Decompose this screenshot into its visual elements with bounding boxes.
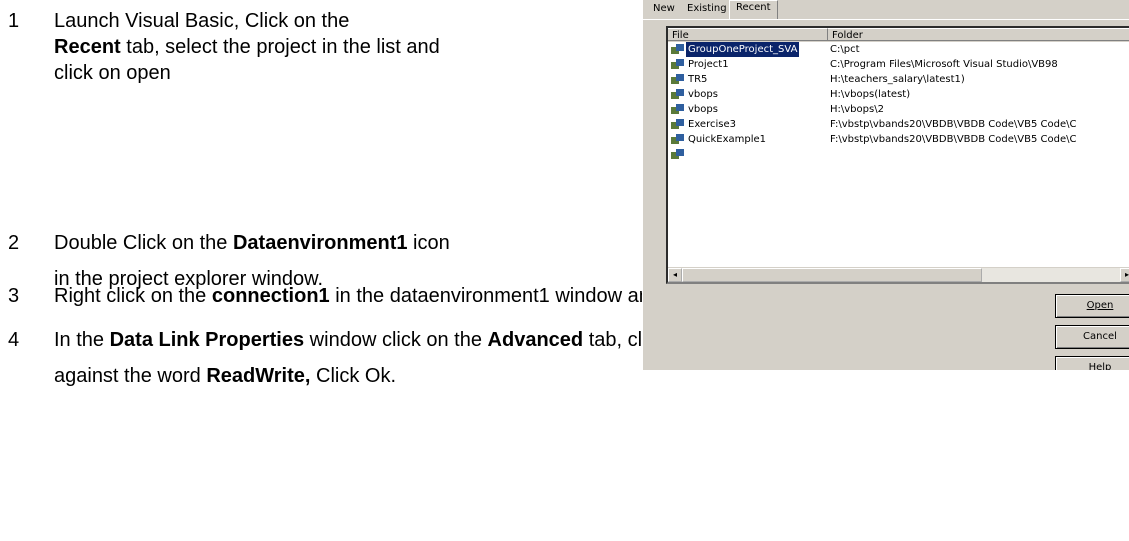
step-text: against the word (54, 365, 207, 387)
tab-existing[interactable]: Existing (681, 2, 733, 18)
folder-path: C:\pct (830, 44, 860, 55)
step-text: In the (54, 329, 110, 351)
file-name: vbops (688, 104, 718, 115)
emphasis-text: Data Link Properties (109, 329, 305, 351)
emphasis-text: Recent (54, 36, 121, 58)
list-item[interactable]: Exercise3 F:\vbstp\vbands20\VBDB\VBDB Cod… (668, 117, 1129, 132)
file-name: TR5 (688, 74, 708, 85)
file-name: Exercise3 (688, 119, 736, 130)
open-project-dialog: New Existing Recent File Folder GroupOne… (642, 0, 1129, 370)
file-name: GroupOneProject_SVA (686, 42, 800, 57)
folder-path: H:\teachers_salary\latest1) (830, 74, 965, 85)
emphasis-text: Advanced (487, 329, 584, 351)
dialog-tabs: New Existing Recent (643, 0, 1129, 20)
column-header-file[interactable]: File (668, 28, 828, 41)
step-number: 2 (8, 232, 20, 254)
list-item[interactable]: QuickExample1 F:\vbstp\vbands20\VBDB\VBDB… (668, 132, 1129, 147)
vb-project-icon (671, 104, 684, 114)
list-item[interactable]: vbops H:\vbops(latest) (668, 87, 1129, 102)
step-text-line: click on open (54, 60, 171, 86)
step-number: 1 (8, 10, 20, 32)
tab-recent[interactable]: Recent (729, 0, 778, 20)
open-button[interactable]: Open (1055, 294, 1129, 318)
step-number: 3 (8, 285, 20, 307)
step-text-line: against the word ReadWrite, Click Ok. (54, 363, 396, 389)
help-button[interactable]: Help (1055, 356, 1129, 370)
vb-project-icon (671, 74, 684, 84)
list-item[interactable]: TR5 H:\teachers_salary\latest1) (668, 72, 1129, 87)
cancel-button[interactable]: Cancel (1055, 325, 1129, 349)
list-item-partial[interactable] (668, 147, 1129, 162)
folder-path: C:\Program Files\Microsoft Visual Studio… (830, 59, 1058, 70)
list-header: File Folder (668, 28, 1129, 42)
step-text-line: Recent tab, select the project in the li… (54, 34, 440, 60)
horizontal-scrollbar[interactable]: ◂ ▸ (668, 267, 1129, 282)
vb-project-icon (671, 59, 684, 69)
folder-path: H:\vbops(latest) (830, 89, 911, 100)
emphasis-text: connection1 (211, 285, 330, 307)
step-number: 4 (8, 329, 20, 351)
file-name: vbops (688, 89, 718, 100)
list-item[interactable]: vbops H:\vbops\2 (668, 102, 1129, 117)
list-item[interactable]: GroupOneProject_SVA C:\pct (668, 42, 1129, 57)
folder-path: F:\vbstp\vbands20\VBDB\VBDB Code\VB5 Cod… (830, 119, 1077, 130)
vb-project-icon (671, 44, 684, 54)
step-text: Launch Visual Basic, Click on the (54, 10, 350, 32)
emphasis-text: Dataenvironment1 (232, 232, 408, 254)
vb-project-icon (671, 149, 684, 159)
file-name: QuickExample1 (688, 134, 767, 145)
emphasis-text: ReadWrite, (206, 365, 311, 387)
step-text: click on open (54, 62, 171, 84)
scroll-thumb[interactable] (682, 268, 982, 282)
step-text: Double Click on the (54, 232, 233, 254)
folder-path: F:\vbstp\vbands20\VBDB\VBDB Code\VB5 Cod… (830, 134, 1077, 145)
column-header-folder[interactable]: Folder (828, 28, 1129, 41)
file-name: Project1 (688, 59, 729, 70)
scroll-right-arrow-icon[interactable]: ▸ (1120, 268, 1129, 282)
recent-projects-list[interactable]: File Folder GroupOneProject_SVA C:\pct Pro… (666, 26, 1129, 284)
step-text-line: Launch Visual Basic, Click on the (54, 8, 349, 34)
vb-project-icon (671, 119, 684, 129)
step-text: tab, select the project in the list and (120, 36, 440, 58)
vb-project-icon (671, 134, 684, 144)
tab-new[interactable]: New (647, 2, 681, 18)
step-text: window click on the (304, 329, 488, 351)
step-text: Click Ok. (310, 365, 396, 387)
folder-path: H:\vbops\2 (830, 104, 884, 115)
vb-project-icon (671, 89, 684, 99)
scroll-left-arrow-icon[interactable]: ◂ (668, 268, 682, 282)
list-item[interactable]: Project1 C:\Program Files\Microsoft Visua… (668, 57, 1129, 72)
step-text-line: Double Click on the Dataenvironment1 ico… (54, 230, 450, 256)
step-text: icon (407, 232, 450, 254)
step-text: Right click on the (54, 285, 212, 307)
